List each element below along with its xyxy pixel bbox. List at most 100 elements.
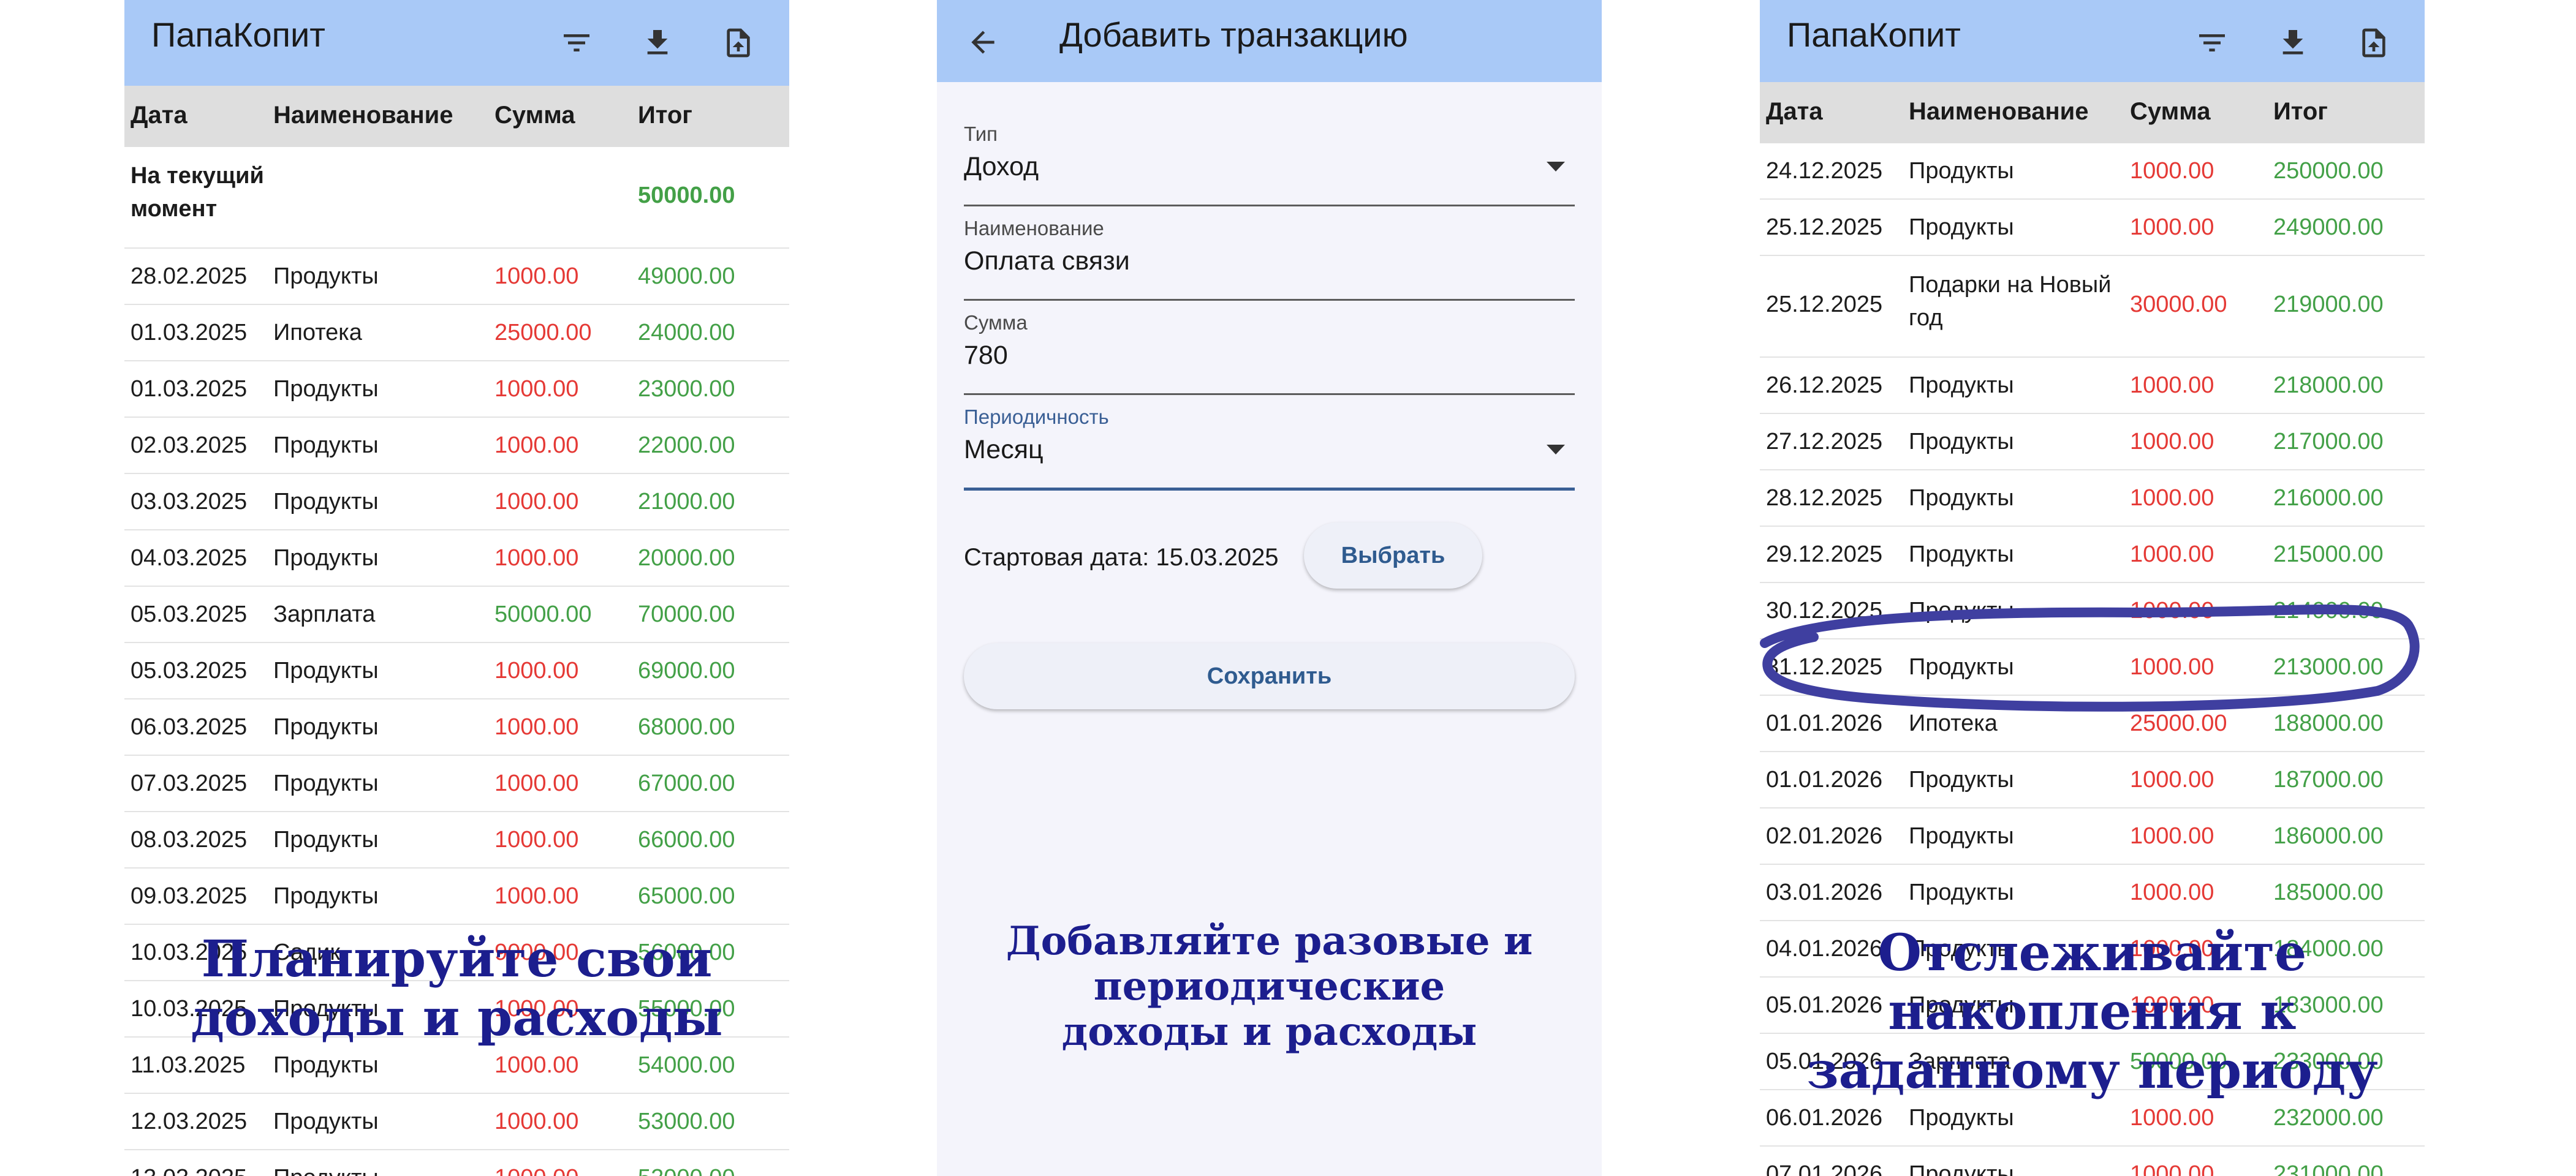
cell-name: Продукты [1909, 372, 2014, 398]
table-row[interactable]: 31.12.2025 Продукты 1000.00 213000.00 [1760, 639, 2425, 696]
back-arrow-icon [971, 31, 994, 54]
table-row[interactable]: 04.03.2025 Продукты 1000.00 20000.00 [124, 530, 789, 587]
table-row[interactable]: 03.01.2026 Продукты 1000.00 185000.00 [1760, 865, 2425, 921]
table-row[interactable]: 03.03.2025 Продукты 1000.00 21000.00 [124, 474, 789, 530]
table-row[interactable]: 24.12.2025 Продукты 1000.00 250000.00 [1760, 143, 2425, 200]
cell-date: 31.12.2025 [1766, 654, 1883, 680]
cell-sum: 1000.00 [2130, 654, 2214, 680]
period-label: Периодичность [964, 405, 1109, 428]
cell-total: 23000.00 [638, 376, 735, 402]
table-row[interactable]: 25.12.2025 Продукты 1000.00 249000.00 [1760, 200, 2425, 256]
table-row[interactable]: 01.03.2025 Продукты 1000.00 23000.00 [124, 361, 789, 418]
sum-input[interactable]: Сумма 780 [964, 311, 1575, 395]
table-row[interactable]: 07.01.2026 Продукты 1000.00 231000.00 [1760, 1147, 2425, 1176]
cell-date: 27.12.2025 [1766, 429, 1883, 454]
cell-name: Продукты [273, 658, 379, 684]
export-button[interactable] [2340, 21, 2407, 65]
cell-total: 217000.00 [2273, 429, 2384, 454]
cell-date: 28.02.2025 [131, 263, 248, 289]
cell-date: 28.12.2025 [1766, 485, 1883, 511]
table-row[interactable]: 28.02.2025 Продукты 1000.00 49000.00 [124, 249, 789, 305]
cell-name: Продукты [1909, 654, 2014, 680]
cell-total: 218000.00 [2273, 372, 2384, 398]
caption-line: Отслеживайте [1877, 924, 2307, 982]
cell-date: 11.03.2025 [131, 1052, 246, 1078]
cell-name: Продукты [273, 489, 379, 514]
table-row[interactable]: 27.12.2025 Продукты 1000.00 217000.00 [1760, 414, 2425, 470]
table-row[interactable]: 09.03.2025 Продукты 1000.00 65000.00 [124, 869, 789, 925]
save-button[interactable]: Сохранить [964, 643, 1575, 709]
cell-date: 03.03.2025 [131, 489, 248, 514]
cell-sum: 1000.00 [2130, 767, 2214, 793]
filter-button[interactable] [2178, 21, 2246, 65]
cell-total: 65000.00 [638, 883, 735, 909]
table-row[interactable]: 28.12.2025 Продукты 1000.00 216000.00 [1760, 470, 2425, 527]
table-row[interactable]: 07.03.2025 Продукты 1000.00 67000.00 [124, 756, 789, 812]
cell-total: 231000.00 [2273, 1161, 2384, 1176]
back-button[interactable] [961, 21, 1004, 64]
name-input[interactable]: Наименование Оплата связи [964, 217, 1575, 301]
table-row[interactable]: 06.03.2025 Продукты 1000.00 68000.00 [124, 699, 789, 756]
table-row[interactable]: 02.01.2026 Продукты 1000.00 186000.00 [1760, 809, 2425, 865]
table-row[interactable]: 26.12.2025 Продукты 1000.00 218000.00 [1760, 358, 2425, 414]
caption-line: доходы и расходы [1061, 1009, 1477, 1055]
cell-date: 08.03.2025 [131, 827, 248, 853]
table-row[interactable]: 08.03.2025 Продукты 1000.00 66000.00 [124, 812, 789, 869]
cell-total: 21000.00 [638, 489, 735, 514]
cell-total: 216000.00 [2273, 485, 2384, 511]
cell-date: 13.03.2025 [131, 1165, 247, 1176]
filter-button[interactable] [543, 21, 610, 65]
cell-date: 07.01.2026 [1766, 1161, 1883, 1176]
app-title: ПапаКопит [1787, 15, 1961, 54]
header-name: Наименование [1909, 98, 2089, 125]
choose-date-button[interactable]: Выбрать [1304, 522, 1482, 589]
cell-name: Продукты [273, 1165, 379, 1176]
table-row[interactable]: 01.03.2025 Ипотека 25000.00 24000.00 [124, 305, 789, 361]
cell-sum: 1000.00 [494, 489, 579, 514]
table-row[interactable]: 29.12.2025 Продукты 1000.00 215000.00 [1760, 527, 2425, 583]
cell-name: Продукты [273, 1109, 379, 1134]
table-row[interactable]: 01.01.2026 Ипотека 25000.00 188000.00 [1760, 696, 2425, 752]
period-value: Месяц [964, 435, 1044, 464]
table-row[interactable]: 30.12.2025 Продукты 1000.00 214000.00 [1760, 583, 2425, 639]
type-select[interactable]: Тип Доход [964, 123, 1575, 206]
cell-sum: 1000.00 [494, 771, 579, 796]
filter-icon [564, 34, 589, 51]
cell-name: Ипотека [273, 320, 362, 345]
cell-date: 02.01.2026 [1766, 823, 1883, 849]
cell-name: Продукты [1909, 158, 2014, 184]
sum-label: Сумма [964, 311, 1028, 334]
table-row[interactable]: 01.01.2026 Продукты 1000.00 187000.00 [1760, 752, 2425, 809]
cell-name: Продукты [1909, 1105, 2014, 1131]
table-row[interactable]: 05.03.2025 Зарплата 50000.00 70000.00 [124, 587, 789, 643]
cell-name: Продукты [1909, 485, 2014, 511]
download-button[interactable] [624, 21, 691, 65]
cell-sum: 1000.00 [494, 263, 579, 289]
cell-total: 67000.00 [638, 771, 735, 796]
header-date: Дата [131, 102, 188, 129]
cell-sum: 1000.00 [494, 1165, 578, 1176]
cell-sum: 1000.00 [494, 545, 579, 571]
download-button[interactable] [2259, 21, 2327, 65]
cell-date: 01.03.2025 [131, 320, 248, 345]
period-select[interactable]: Периодичность Месяц [964, 405, 1575, 491]
cell-total: 215000.00 [2273, 541, 2384, 567]
cell-total: 249000.00 [2273, 214, 2384, 240]
cell-name: Продукты [1909, 598, 2014, 624]
cell-sum: 25000.00 [2130, 710, 2227, 736]
export-button[interactable] [705, 21, 772, 65]
cell-date: 25.12.2025 [1766, 214, 1883, 240]
name-label: Наименование [964, 217, 1104, 239]
table-row[interactable]: 25.12.2025 Подарки на Новый год 30000.00 21… [1760, 256, 2425, 358]
header-sum: Сумма [494, 102, 575, 129]
table-row[interactable]: 13.03.2025 Продукты 1000.00 52000.00 [124, 1150, 789, 1176]
header-total: Итог [638, 102, 692, 129]
cell-sum: 1000.00 [494, 376, 579, 402]
cell-name: Продукты [273, 376, 379, 402]
table-row[interactable]: 12.03.2025 Продукты 1000.00 53000.00 [124, 1094, 789, 1150]
left-caption: Планируйте свои доходы и расходы [124, 930, 789, 1047]
cell-total: 54000.00 [638, 1052, 735, 1078]
table-row[interactable]: 05.03.2025 Продукты 1000.00 69000.00 [124, 643, 789, 699]
table-row[interactable]: 02.03.2025 Продукты 1000.00 22000.00 [124, 418, 789, 474]
table-header: Дата Наименование Сумма Итог [1760, 82, 2425, 143]
